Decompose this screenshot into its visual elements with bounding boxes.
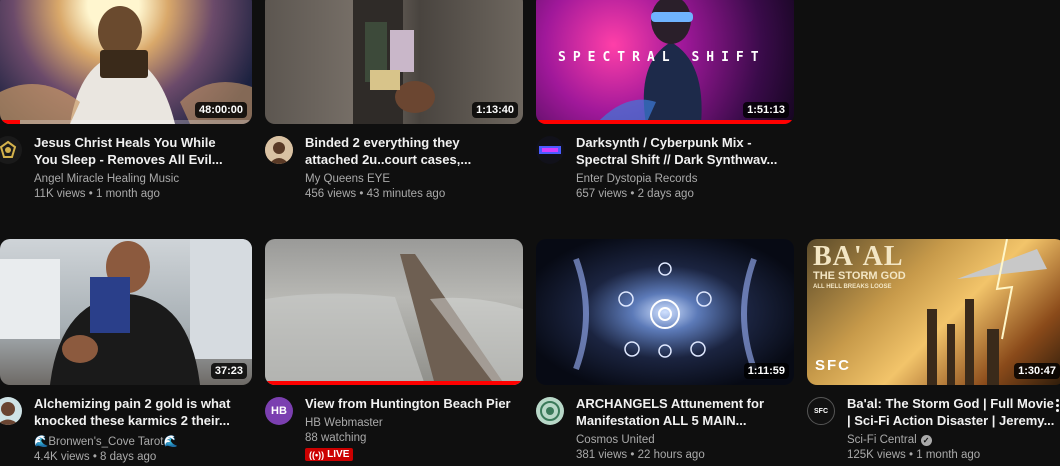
video-thumbnail[interactable]: SPECTRAL SHIFT 1:51:13 bbox=[536, 0, 794, 124]
channel-avatar[interactable]: HB bbox=[265, 397, 293, 425]
video-thumbnail[interactable]: 48:00:00 bbox=[0, 0, 252, 124]
video-card[interactable]: BA'AL THE STORM GOD ALL HELL BREAKS LOOS… bbox=[807, 239, 1060, 466]
video-stats: 4.4K views • 8 days ago bbox=[34, 451, 157, 463]
video-title[interactable]: View from Huntington Beach Pier bbox=[305, 395, 529, 412]
channel-name[interactable]: Angel Miracle Healing Music bbox=[34, 173, 258, 185]
watch-progress-bar bbox=[0, 120, 21, 124]
channel-avatar[interactable]: SFC bbox=[807, 397, 835, 425]
channel-name[interactable]: Sci-Fi Central ✓ bbox=[847, 434, 1057, 446]
duration-badge: 1:11:59 bbox=[743, 363, 789, 379]
video-thumbnail[interactable]: 37:23 bbox=[0, 239, 252, 385]
video-title[interactable]: ARCHANGELS Attunement for Manifestation … bbox=[576, 395, 800, 429]
live-progress-bar bbox=[265, 381, 523, 385]
video-card[interactable]: HB View from Huntington Beach Pier HB We… bbox=[265, 239, 523, 466]
video-card[interactable]: 1:13:40 Binded 2 everything they attache… bbox=[265, 0, 523, 215]
duration-badge: 1:51:13 bbox=[743, 102, 789, 118]
video-stats: 125K views • 1 month ago bbox=[847, 449, 981, 461]
thumbnail-title: BA'AL bbox=[813, 241, 904, 272]
video-thumbnail[interactable]: 1:13:40 bbox=[265, 0, 523, 124]
channel-name[interactable]: My Queens EYE bbox=[305, 173, 529, 185]
live-badge: ((•)) LIVE bbox=[305, 448, 354, 461]
video-title[interactable]: Ba'al: The Storm God | Full Movie | Sci-… bbox=[847, 395, 1057, 429]
channel-avatar[interactable] bbox=[265, 136, 293, 164]
watch-progress-bar bbox=[536, 120, 794, 124]
video-title[interactable]: Alchemizing pain 2 gold is what knocked … bbox=[34, 395, 258, 429]
thumbnail-subtitle: THE STORM GOD bbox=[813, 270, 906, 282]
more-options-icon[interactable] bbox=[1052, 397, 1060, 417]
thumbnail-overlay-text: SPECTRAL SHIFT bbox=[558, 50, 766, 65]
video-stats: 456 views • 43 minutes ago bbox=[305, 188, 446, 200]
video-title[interactable]: Jesus Christ Heals You While You Sleep -… bbox=[34, 134, 258, 168]
channel-name[interactable]: 🌊Bronwen's_Cove Tarot🌊 bbox=[34, 434, 258, 448]
video-stats: 88 watching bbox=[305, 432, 367, 444]
live-broadcast-icon: ((•)) bbox=[309, 449, 325, 460]
duration-badge: 1:13:40 bbox=[472, 102, 518, 118]
video-title[interactable]: Darksynth / Cyberpunk Mix - Spectral Shi… bbox=[576, 134, 800, 168]
duration-badge: 1:30:47 bbox=[1014, 363, 1060, 379]
video-card[interactable]: SPECTRAL SHIFT 1:51:13 Darksynth / Cyber… bbox=[536, 0, 794, 215]
channel-avatar[interactable] bbox=[536, 136, 564, 164]
channel-avatar[interactable] bbox=[0, 136, 22, 164]
video-card[interactable]: 48:00:00 Jesus Christ Heals You While Yo… bbox=[0, 0, 258, 215]
thumbnail-tagline: ALL HELL BREAKS LOOSE bbox=[813, 284, 892, 290]
video-stats: 381 views • 22 hours ago bbox=[576, 449, 705, 461]
channel-name[interactable]: HB Webmaster bbox=[305, 417, 529, 429]
duration-badge: 48:00:00 bbox=[194, 102, 247, 118]
video-stats: 657 views • 2 days ago bbox=[576, 188, 694, 200]
beach-pier-image bbox=[265, 254, 523, 385]
video-thumbnail[interactable]: BA'AL THE STORM GOD ALL HELL BREAKS LOOS… bbox=[807, 239, 1060, 385]
video-title[interactable]: Binded 2 everything they attached 2u..co… bbox=[305, 134, 529, 168]
channel-avatar[interactable] bbox=[536, 397, 564, 425]
video-stats: 11K views • 1 month ago bbox=[34, 188, 160, 200]
video-thumbnail[interactable]: 1:11:59 bbox=[536, 239, 794, 385]
verified-check-icon: ✓ bbox=[920, 434, 932, 446]
channel-name[interactable]: Cosmos United bbox=[576, 434, 800, 446]
duration-badge: 37:23 bbox=[210, 363, 247, 379]
video-card[interactable]: 1:11:59 ARCHANGELS Attunement for Manife… bbox=[536, 239, 794, 466]
channel-avatar[interactable] bbox=[0, 397, 22, 425]
thumbnail-channel-badge: SFC bbox=[815, 357, 851, 374]
video-card[interactable]: 37:23 Alchemizing pain 2 gold is what kn… bbox=[0, 239, 258, 466]
video-thumbnail[interactable] bbox=[265, 239, 523, 385]
channel-name[interactable]: Enter Dystopia Records bbox=[576, 173, 800, 185]
